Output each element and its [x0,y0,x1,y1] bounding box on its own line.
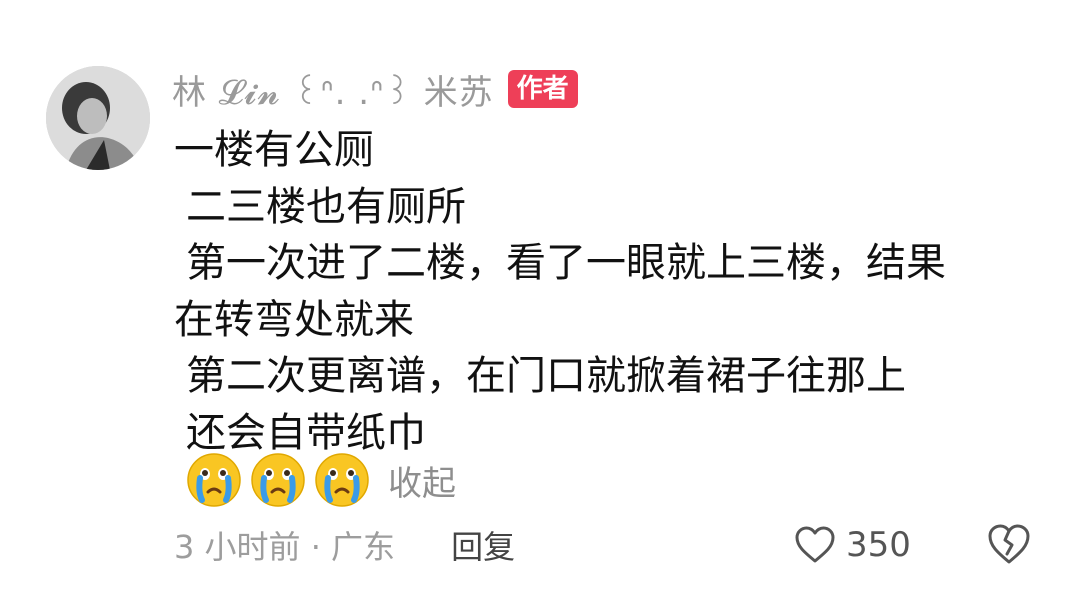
author-row: 林 𝓛𝓲𝓷 ꒰ᐢ. .ᐢ꒱ 米苏 作者 [172,64,578,114]
crying-face-icon [314,452,370,508]
comment-line: 一楼有公厕 [174,127,374,173]
crying-face-icon [250,452,306,508]
comment-meta: 3 小时前 · 广东 回复 350 [174,518,1054,572]
comment-card: 林 𝓛𝓲𝓷 ꒰ᐢ. .ᐢ꒱ 米苏 作者 一楼有公厕 二三楼也有厕所 第一次进了二… [0,0,1080,591]
comment-line: 二三楼也有厕所 [186,183,466,230]
comment-line: 在转弯处就来 [174,296,414,343]
author-badge: 作者 [507,70,578,108]
like-count: 350 [846,525,911,565]
heart-icon [795,526,835,563]
crying-face-icon [186,452,242,508]
time-location: 3 小时前 · 广东 [174,528,396,566]
author-name[interactable]: 林 𝓛𝓲𝓷 ꒰ᐢ. .ᐢ꒱ 米苏 [172,65,494,114]
reply-button[interactable]: 回复 [451,522,515,568]
comment-line: 第二次更离谱，在门口就掀着裙子往那上 [186,353,906,400]
like-button[interactable]: 350 [794,518,911,572]
broken-heart-icon [988,524,1030,564]
dislike-button[interactable] [986,522,1032,568]
comment-body: 一楼有公厕 二三楼也有厕所 第一次进了二楼，看了一眼就上三楼，结果 在转弯处就来… [174,122,1054,462]
emoji-row: 收起 [186,452,456,508]
collapse-button[interactable]: 收起 [388,456,456,505]
avatar-photo [46,66,150,170]
comment-line: 第一次进了二楼，看了一眼就上三楼，结果 [186,240,946,287]
avatar[interactable] [46,66,150,170]
